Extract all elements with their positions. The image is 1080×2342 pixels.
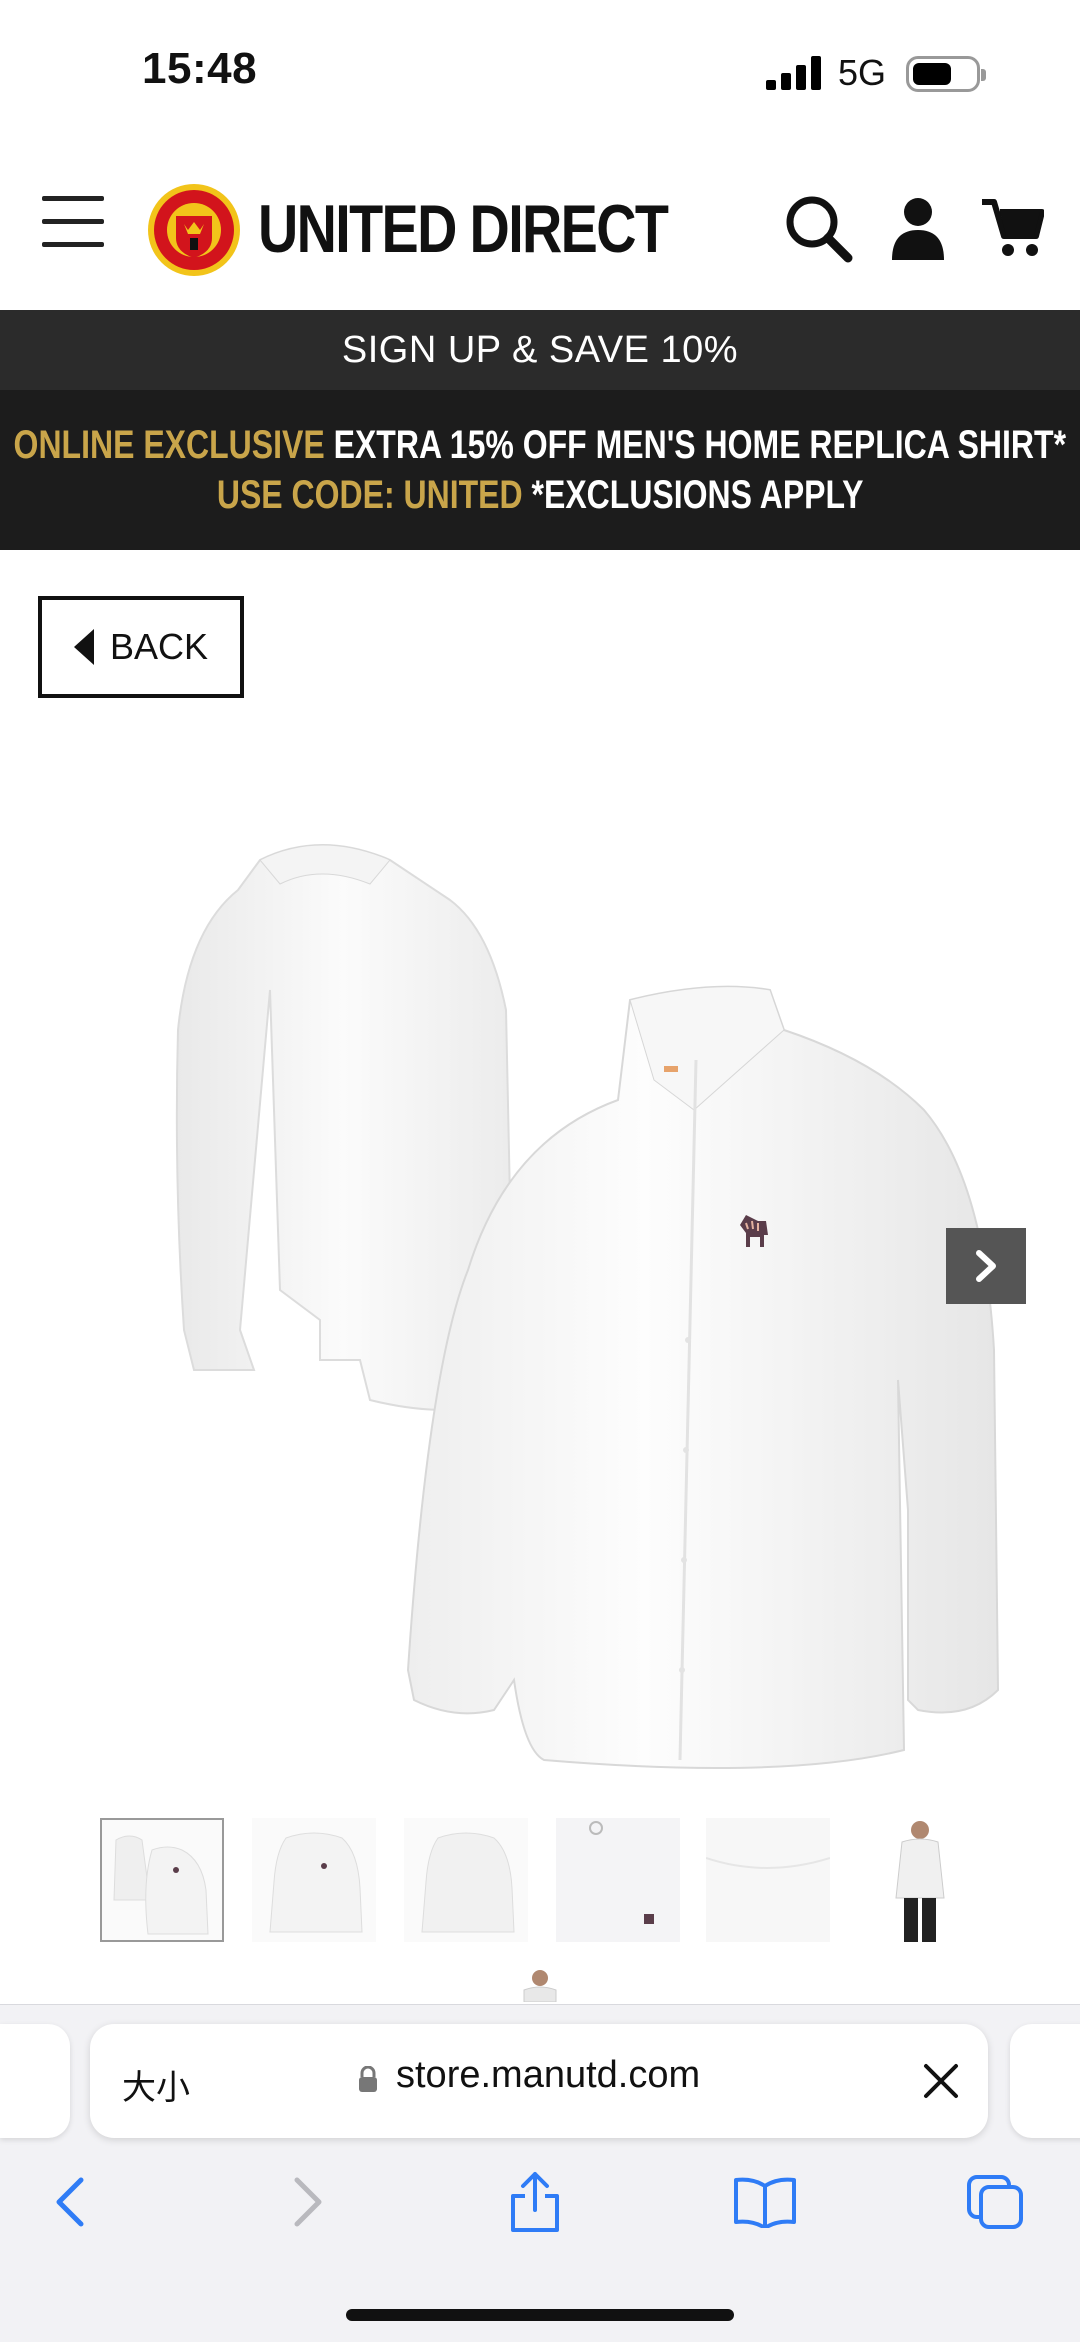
- product-image[interactable]: [90, 800, 1020, 1820]
- menu-icon[interactable]: [42, 196, 104, 248]
- close-icon[interactable]: [916, 2056, 966, 2106]
- share-icon[interactable]: [500, 2170, 570, 2234]
- next-image-button[interactable]: [946, 1228, 1026, 1304]
- signup-banner[interactable]: SIGN UP & SAVE 10%: [0, 310, 1080, 390]
- lock-icon: [359, 2066, 377, 2092]
- product-thumbnail[interactable]: [556, 1818, 680, 1942]
- address-bar[interactable]: 大小 store.manutd.com: [90, 2024, 988, 2138]
- promo-banner[interactable]: ONLINE EXCLUSIVE EXTRA 15% OFF MEN'S HOM…: [0, 390, 1080, 550]
- network-type: 5G: [838, 52, 887, 93]
- status-time: 15:48: [142, 44, 258, 93]
- tabs-icon[interactable]: [960, 2170, 1030, 2234]
- caret-left-icon: [73, 629, 94, 665]
- cart-icon[interactable]: [980, 196, 1044, 258]
- back-button-label: BACK: [109, 626, 209, 667]
- home-indicator: [346, 2309, 734, 2321]
- site-brand-name[interactable]: UNITED DIRECT: [258, 190, 669, 268]
- url-text[interactable]: store.manutd.com: [396, 2054, 700, 2097]
- product-thumbnail[interactable]: [705, 1818, 831, 1942]
- back-icon[interactable]: [36, 2170, 106, 2234]
- battery-icon: [906, 56, 986, 92]
- promo-exclusions: *EXCLUSIONS APPLY: [522, 473, 864, 517]
- back-button[interactable]: BACK: [38, 596, 244, 698]
- product-thumbnail[interactable]: [404, 1818, 528, 1942]
- chevron-right-icon: [976, 1250, 996, 1282]
- promo-highlight: ONLINE EXCLUSIVE: [13, 423, 325, 467]
- product-thumbnail[interactable]: [858, 1818, 982, 1942]
- product-thumbnail[interactable]: [252, 1818, 376, 1942]
- account-icon[interactable]: [890, 196, 946, 260]
- product-thumbnail[interactable]: [100, 1818, 224, 1942]
- previous-tab-preview[interactable]: [0, 2024, 70, 2138]
- product-thumbnail[interactable]: [504, 1966, 576, 2002]
- promo-text: EXTRA 15% OFF MEN'S HOME REPLICA SHIRT*: [324, 423, 1067, 467]
- promo-line-2: USE CODE: UNITED *EXCLUSIONS APPLY: [217, 470, 864, 520]
- promo-code: USE CODE: UNITED: [216, 473, 523, 517]
- status-bar: 15:48 5G: [0, 0, 1080, 140]
- next-tab-preview[interactable]: [1010, 2024, 1080, 2138]
- forward-icon[interactable]: [272, 2170, 342, 2234]
- signup-banner-text: SIGN UP & SAVE 10%: [341, 328, 739, 371]
- text-size-button[interactable]: 大小: [122, 2060, 190, 2109]
- bookmarks-icon[interactable]: [730, 2170, 800, 2234]
- promo-line-1: ONLINE EXCLUSIVE EXTRA 15% OFF MEN'S HOM…: [14, 420, 1066, 470]
- club-crest-logo[interactable]: [146, 180, 242, 280]
- search-icon[interactable]: [784, 194, 854, 264]
- cellular-signal-icon: [766, 56, 822, 90]
